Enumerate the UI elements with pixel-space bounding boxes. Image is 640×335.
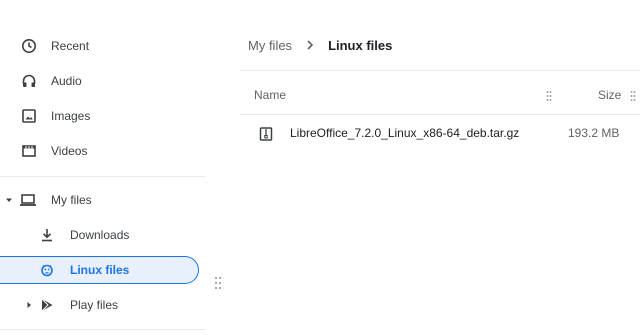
chevron-right-icon — [306, 39, 316, 51]
film-icon — [20, 142, 38, 160]
sidebar-item-linux-files[interactable]: Linux files — [0, 256, 205, 284]
sidebar-item-label: Images — [51, 109, 91, 123]
sidebar-item-recent[interactable]: Recent — [0, 32, 205, 60]
sidebar-resize-handle[interactable] — [214, 276, 222, 290]
play-store-icon — [38, 296, 56, 314]
column-resize-grip[interactable] — [630, 89, 636, 101]
sidebar-item-play-files[interactable]: Play files — [0, 291, 205, 319]
column-header-name[interactable]: Name — [254, 86, 286, 104]
sidebar-item-my-files[interactable]: My files — [0, 186, 205, 214]
sidebar-divider — [0, 329, 205, 330]
sidebar-item-images[interactable]: Images — [0, 102, 205, 130]
sidebar-item-label: Downloads — [70, 228, 130, 242]
sidebar-item-label: Audio — [51, 74, 82, 88]
image-icon — [20, 107, 38, 125]
sidebar-item-label: My files — [51, 193, 92, 207]
expand-arrow-down-icon[interactable] — [4, 195, 14, 205]
column-header-size[interactable]: Size — [598, 86, 621, 104]
sidebar-item-label: Play files — [70, 298, 119, 312]
table-row[interactable]: LibreOffice_7.2.0_Linux_x86-64_deb.tar.g… — [240, 118, 640, 150]
headphones-icon — [20, 72, 38, 90]
sidebar-item-label: Linux files — [70, 263, 130, 277]
breadcrumb-current: Linux files — [328, 37, 393, 53]
sidebar-item-audio[interactable]: Audio — [0, 67, 205, 95]
header-divider — [240, 70, 640, 71]
sidebar-item-downloads[interactable]: Downloads — [0, 221, 205, 249]
sidebar: Recent Audio Images Videos My files Down… — [0, 0, 210, 335]
sidebar-item-label: Recent — [51, 39, 90, 53]
column-resize-grip[interactable] — [546, 89, 552, 101]
file-name: LibreOffice_7.2.0_Linux_x86-64_deb.tar.g… — [290, 126, 520, 140]
linux-penguin-icon — [38, 261, 56, 279]
file-size: 193.2 MB — [568, 126, 620, 140]
breadcrumb-my-files[interactable]: My files — [248, 38, 292, 53]
table-header-divider — [240, 114, 640, 115]
sidebar-divider — [0, 176, 205, 177]
sidebar-item-label: Videos — [51, 144, 88, 158]
expand-arrow-right-icon[interactable] — [24, 300, 34, 310]
file-list-pane: My files Linux files Name Size LibreOffi… — [240, 0, 640, 335]
laptop-icon — [19, 191, 37, 209]
sidebar-item-videos[interactable]: Videos — [0, 137, 205, 165]
breadcrumb: My files Linux files — [248, 36, 392, 54]
archive-file-icon — [258, 126, 274, 142]
download-icon — [38, 226, 56, 244]
clock-icon — [20, 37, 38, 55]
